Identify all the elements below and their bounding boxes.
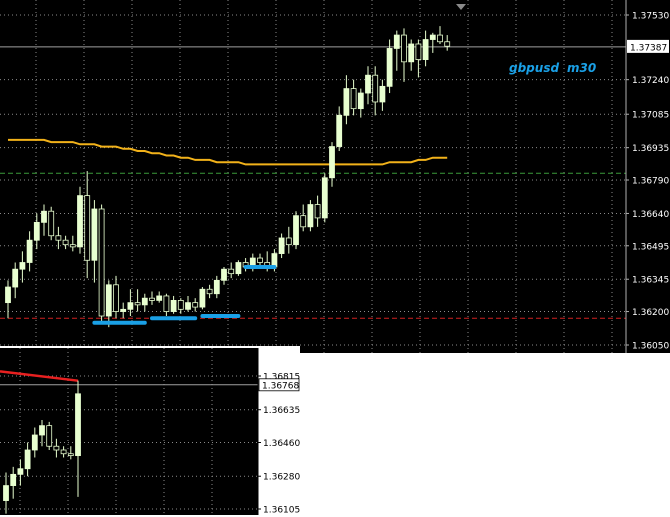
candle-body <box>39 425 45 436</box>
candle-body <box>343 88 350 116</box>
candle-body <box>31 434 38 451</box>
candle-body <box>3 485 9 501</box>
candle-body <box>55 235 62 241</box>
candle-body <box>314 204 321 219</box>
candle-body <box>401 34 407 63</box>
candle-body <box>48 210 55 237</box>
price-label: 1.37530 <box>632 12 669 22</box>
candle-body <box>379 85 386 103</box>
candle-body <box>429 34 436 40</box>
candle-body <box>350 88 357 110</box>
price-label: 1.36050 <box>632 342 669 352</box>
sub-chart[interactable]: 1.368151.366351.364601.362801.361051.367… <box>0 346 300 517</box>
current-price-label: 1.37387 <box>630 43 667 53</box>
candle-body <box>67 453 74 457</box>
candle-body <box>329 146 335 179</box>
candle-body <box>134 302 141 306</box>
price-label: 1.36635 <box>263 406 300 416</box>
candle-body <box>19 262 26 270</box>
candle-body <box>120 308 127 312</box>
candle-body <box>257 257 263 263</box>
candle-body <box>199 288 206 308</box>
sub-chart-plot-background <box>0 348 258 515</box>
price-label: 1.36935 <box>632 144 669 154</box>
candle-body <box>336 114 343 147</box>
candle-body <box>69 244 76 248</box>
candle-body <box>84 195 91 261</box>
candle-body <box>192 302 199 308</box>
price-label: 1.36280 <box>263 473 300 483</box>
candle-body <box>357 92 364 110</box>
candle-body <box>307 204 314 228</box>
price-label: 1.36345 <box>632 276 669 286</box>
candle-body <box>149 297 155 301</box>
candle-body <box>41 210 47 223</box>
candle-body <box>228 268 235 275</box>
candle-body <box>24 449 31 470</box>
price-label: 1.37085 <box>632 111 669 121</box>
candle-body <box>156 295 163 301</box>
candle-body <box>408 43 415 63</box>
candle-body <box>221 268 227 281</box>
candle-body <box>393 34 400 49</box>
candle-body <box>98 208 105 317</box>
candle-body <box>206 288 213 295</box>
price-label: 1.37240 <box>632 76 669 86</box>
candle-body <box>17 468 24 475</box>
candle-body <box>185 302 191 310</box>
sub-current-price-label: 1.36768 <box>262 381 299 391</box>
candle-body <box>372 74 379 103</box>
candle-body <box>437 34 443 43</box>
price-label: 1.36200 <box>632 308 669 318</box>
candle-body <box>46 425 53 447</box>
candle-body <box>163 295 170 312</box>
candle-body <box>170 300 177 312</box>
candle-body <box>321 177 328 219</box>
candle-body <box>77 195 83 248</box>
price-label: 1.36460 <box>263 439 300 449</box>
candle-body <box>53 445 60 451</box>
price-label: 1.36495 <box>632 242 669 252</box>
candle-body <box>278 237 285 254</box>
candle-body <box>300 215 307 228</box>
symbol-label: gbpusd <box>509 61 559 75</box>
candle-body <box>213 279 220 295</box>
candle-body <box>422 39 429 60</box>
candle-body <box>62 239 69 246</box>
candle-body <box>386 48 393 87</box>
candle-body <box>113 284 119 312</box>
candle-body <box>141 297 148 306</box>
candle-body <box>444 41 451 47</box>
candle-body <box>60 449 67 455</box>
candle-body <box>177 300 184 310</box>
price-label: 1.36790 <box>632 177 669 187</box>
candle-body <box>91 208 98 261</box>
candle-body <box>5 286 11 304</box>
timeframe-label: m30 <box>567 61 596 75</box>
candle-body <box>293 215 299 246</box>
candle-body <box>10 473 17 486</box>
candle-body <box>271 253 278 268</box>
candle-body <box>12 268 19 288</box>
price-label: 1.36640 <box>632 210 669 220</box>
price-label: 1.36105 <box>263 506 300 516</box>
candle-body <box>26 239 33 263</box>
candle-body <box>285 237 292 246</box>
candle-body <box>75 393 81 457</box>
candle-body <box>415 43 422 60</box>
candle-body <box>235 262 242 275</box>
main-chart[interactable]: 1.37530 1.37387 1.37240 1.37085 1.36935 1.367… <box>0 0 670 353</box>
candle-body <box>33 221 40 241</box>
candle-body <box>105 284 112 317</box>
candle-body <box>127 302 134 310</box>
candle-body <box>365 74 371 94</box>
